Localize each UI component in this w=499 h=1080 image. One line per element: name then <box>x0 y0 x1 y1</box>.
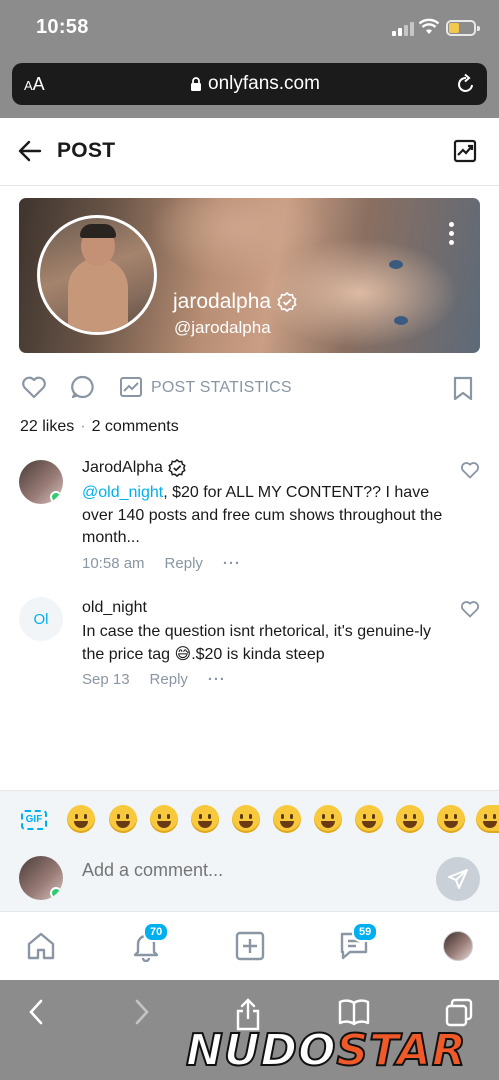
emoji-sweat-smile[interactable] <box>273 805 301 833</box>
reload-icon[interactable] <box>456 73 476 95</box>
emoji-yum[interactable] <box>437 805 465 833</box>
lock-icon <box>191 77 201 91</box>
watermark-logo: NUDO STAR <box>185 1024 467 1077</box>
comment-more-button[interactable]: ··· <box>223 555 241 572</box>
browser-toolbar: AA onlyfans.com <box>0 58 499 118</box>
notifications-tab[interactable]: 70 <box>130 922 170 967</box>
comment-bubble-icon[interactable] <box>71 375 95 399</box>
commenter-avatar[interactable] <box>19 460 63 504</box>
post-header: POST <box>0 118 499 186</box>
comment-timestamp: 10:58 am <box>82 555 145 572</box>
emoji-laughing[interactable] <box>314 805 342 833</box>
likes-count[interactable]: 22 likes <box>20 418 74 435</box>
emoji-blush[interactable] <box>396 805 424 833</box>
comment-timestamp: Sep 13 <box>82 671 130 688</box>
more-options-icon[interactable] <box>449 222 454 245</box>
messages-badge: 59 <box>352 922 379 942</box>
battery-icon <box>446 20 480 36</box>
comment-author-name[interactable]: old_night <box>82 599 147 617</box>
like-heart-icon[interactable] <box>21 375 47 399</box>
post-statistics-button[interactable]: POST STATISTICS <box>151 379 292 397</box>
page-title: POST <box>57 139 116 162</box>
profile-name[interactable]: jarodalpha <box>173 290 297 314</box>
reply-button[interactable]: Reply <box>165 555 203 572</box>
bottom-navigation: 70 59 <box>0 912 499 980</box>
verified-badge-icon <box>277 292 297 312</box>
address-bar[interactable]: AA onlyfans.com <box>12 63 487 105</box>
messages-tab[interactable]: 59 <box>338 922 379 967</box>
counts-separator: · <box>80 418 86 435</box>
send-button[interactable] <box>436 857 480 901</box>
post-actions: POST STATISTICS <box>0 370 499 410</box>
comment-text: In case the question isnt rhetorical, it… <box>82 621 447 666</box>
commenter-avatar[interactable]: Ol <box>19 597 63 641</box>
post-statistics-icon[interactable] <box>119 376 143 398</box>
back-arrow-icon[interactable] <box>18 140 42 162</box>
emoji-wink[interactable] <box>355 805 383 833</box>
gif-button[interactable]: GIF <box>21 810 47 830</box>
online-indicator <box>50 887 62 899</box>
profile-avatar-tab[interactable] <box>443 931 473 961</box>
emoji-grinning[interactable] <box>67 805 95 833</box>
comment-author[interactable]: JarodAlpha <box>82 459 186 477</box>
add-post-icon[interactable] <box>234 930 266 962</box>
emoji-smiley[interactable] <box>191 805 219 833</box>
status-bar: 10:58 <box>0 0 499 58</box>
profile-handle[interactable]: @jarodalpha <box>174 318 271 338</box>
comment-composer <box>0 848 499 912</box>
comment-text: @old_night, $20 for ALL MY CONTENT?? I h… <box>82 482 447 550</box>
send-icon <box>448 869 468 889</box>
current-user-avatar <box>19 856 63 900</box>
post-counts: 22 likes · 2 comments <box>20 418 179 436</box>
cellular-signal-icon <box>392 22 414 36</box>
reply-button[interactable]: Reply <box>150 671 188 688</box>
reader-options-button[interactable]: AA <box>24 74 45 95</box>
comment-input[interactable] <box>82 858 422 882</box>
sweat-smile-emoji: 😅 <box>174 645 192 663</box>
comments-count[interactable]: 2 comments <box>92 418 179 435</box>
forward-chevron-icon[interactable] <box>132 998 152 1026</box>
wifi-icon <box>418 18 440 34</box>
profile-display-name: jarodalpha <box>173 290 272 313</box>
emoji-grin[interactable] <box>109 805 137 833</box>
emoji-bar: GIF <box>0 790 499 848</box>
statistics-icon[interactable] <box>453 139 477 163</box>
url-text: onlyfans.com <box>208 73 320 94</box>
watermark-text-2: STAR <box>335 1024 467 1077</box>
watermark-text-1: NUDO <box>185 1024 337 1077</box>
comment-body-end: .$20 is kinda steep <box>191 645 325 663</box>
comment-meta: Sep 13 Reply ··· <box>82 671 226 688</box>
profile-avatar[interactable] <box>37 215 157 335</box>
comment-meta: 10:58 am Reply ··· <box>82 555 241 572</box>
bookmarks-book-icon[interactable] <box>338 998 370 1026</box>
comment-author-name: JarodAlpha <box>82 459 163 476</box>
back-chevron-icon[interactable] <box>26 998 46 1026</box>
status-time: 10:58 <box>36 16 89 38</box>
user-mention-link[interactable]: @old_night <box>82 484 163 501</box>
emoji-relieved[interactable] <box>476 805 499 833</box>
comment-like-icon[interactable] <box>460 461 480 479</box>
emoji-joy[interactable] <box>150 805 178 833</box>
notifications-badge: 70 <box>143 922 170 942</box>
verified-badge-icon <box>168 459 186 477</box>
online-indicator <box>50 491 62 503</box>
comment-more-button[interactable]: ··· <box>208 671 226 688</box>
comment-like-icon[interactable] <box>460 600 480 618</box>
bookmark-icon[interactable] <box>452 376 474 402</box>
emoji-smile[interactable] <box>232 805 260 833</box>
home-icon[interactable] <box>25 930 57 962</box>
